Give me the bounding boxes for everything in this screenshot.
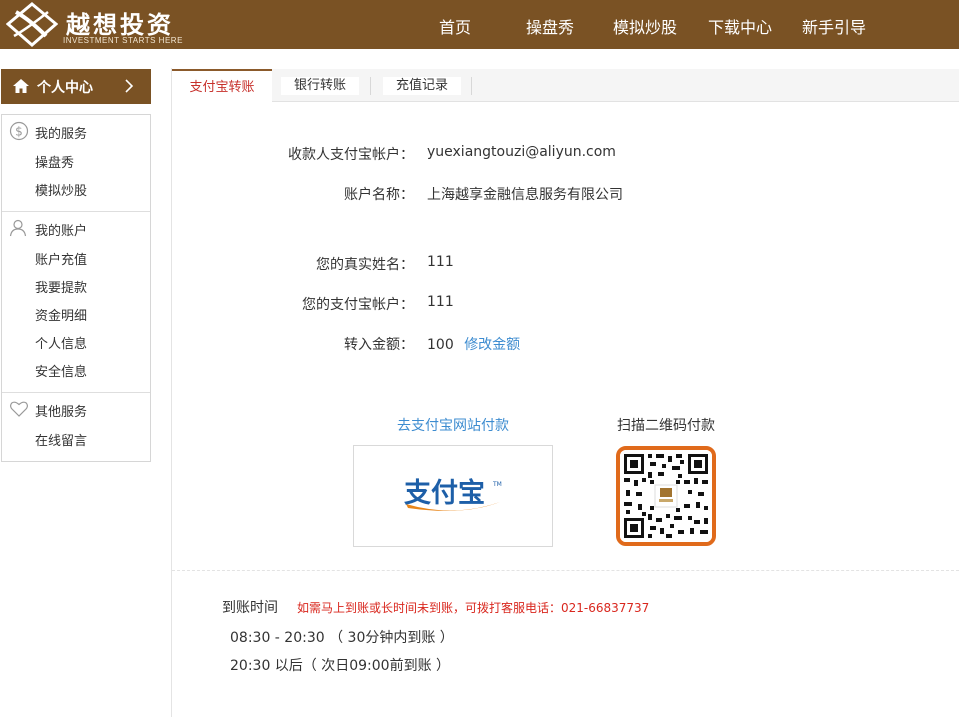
tab-separator <box>471 77 472 95</box>
account-name-value: 上海越享金融信息服务有限公司 <box>427 187 623 203</box>
sidebar-header-label: 个人中心 <box>37 80 93 96</box>
sidebar-item-personal-info[interactable]: 个人信息 <box>35 333 87 352</box>
alipay-logo-text: 支付宝 <box>404 477 485 509</box>
section-divider <box>172 570 959 571</box>
tab-alipay-transfer[interactable]: 支付宝转账 <box>172 69 272 103</box>
nav-trading-show[interactable]: 操盘秀 <box>526 14 574 38</box>
sidebar-header[interactable]: 个人中心 <box>1 69 151 104</box>
payee-account-label: 收款人支付宝帐户： <box>288 147 414 163</box>
arrival-time-line-2: 20:30 以后（ 次日09:00前到账 ） <box>230 658 451 674</box>
goto-alipay-link[interactable]: 去支付宝网站付款 <box>397 415 509 435</box>
alipay-account-value: 111 <box>427 294 454 310</box>
qr-code-icon <box>620 450 712 542</box>
user-icon <box>9 219 27 237</box>
alipay-logo-tm: TM <box>492 481 502 488</box>
arrival-time-title: 到账时间 <box>222 600 278 616</box>
real-name-value: 111 <box>427 254 454 270</box>
payee-account-value: yuexiangtouzi@aliyun.com <box>427 144 616 160</box>
amount-value: 100 <box>427 337 454 353</box>
heart-icon <box>9 401 29 417</box>
tab-bar: 支付宝转账 银行转账 充值记录 <box>172 69 959 103</box>
nav-guide[interactable]: 新手引导 <box>802 14 866 38</box>
home-icon <box>13 79 29 93</box>
sidebar-group-other-services: 其他服务 <box>35 405 88 420</box>
sidebar-item-security-info[interactable]: 安全信息 <box>35 361 87 380</box>
sidebar-menu: $ 我的服务 操盘秀 模拟炒股 我的账户 账户充值 我要提款 资金明细 个人信息… <box>1 114 151 462</box>
logo-subtitle: INVESTMENT STARTS HERE <box>63 36 183 45</box>
logo-title: 越想投资 <box>66 11 174 39</box>
amount-row: 100 修改金额 <box>427 334 520 354</box>
tab-separator <box>370 77 371 95</box>
alipay-account-label: 您的支付宝帐户： <box>302 297 414 313</box>
sidebar-item-online-message[interactable]: 在线留言 <box>35 430 87 449</box>
qr-code <box>616 446 716 546</box>
dollar-icon: $ <box>9 121 29 141</box>
account-name-label: 账户名称： <box>344 187 414 203</box>
sidebar-item-recharge[interactable]: 账户充值 <box>35 249 87 268</box>
sidebar-item-sim-trading[interactable]: 模拟炒股 <box>35 180 87 199</box>
arrival-time-line-1: 08:30 - 20:30 （ 30分钟内到账 ） <box>230 630 454 646</box>
sidebar-divider <box>2 211 150 212</box>
qr-title: 扫描二维码付款 <box>617 418 715 434</box>
sidebar-group-my-account: 我的账户 <box>35 224 88 239</box>
sidebar-item-withdraw[interactable]: 我要提款 <box>35 277 87 296</box>
logo-mark-icon <box>6 2 58 47</box>
amount-label: 转入金额： <box>344 337 414 353</box>
top-header: 越想投资 INVESTMENT STARTS HERE 首页 操盘秀 模拟炒股 … <box>0 0 959 49</box>
alipay-logo-icon: 支付宝 TM <box>404 477 502 511</box>
svg-text:$: $ <box>15 125 23 139</box>
site-logo[interactable]: 越想投资 INVESTMENT STARTS HERE <box>6 2 186 47</box>
chevron-right-icon <box>125 79 134 93</box>
alipay-logo-button[interactable]: 支付宝 TM <box>353 445 553 547</box>
nav-download[interactable]: 下载中心 <box>708 14 772 38</box>
content-left-border <box>171 68 172 717</box>
modify-amount-link[interactable]: 修改金额 <box>464 337 520 353</box>
real-name-label: 您的真实姓名： <box>316 257 414 273</box>
tab-recharge-records[interactable]: 充值记录 <box>383 77 461 95</box>
arrival-time-note: 如需马上到账或长时间未到账，可拨打客服电话：021-66837737 <box>297 601 650 615</box>
nav-sim-trading[interactable]: 模拟炒股 <box>613 14 677 38</box>
sidebar-divider <box>2 392 150 393</box>
sidebar-group-my-services: 我的服务 <box>35 127 88 142</box>
sidebar-item-fund-details[interactable]: 资金明细 <box>35 305 87 324</box>
nav-home[interactable]: 首页 <box>439 14 471 38</box>
sidebar-item-trading-show[interactable]: 操盘秀 <box>35 152 74 171</box>
tab-bank-transfer[interactable]: 银行转账 <box>281 77 359 95</box>
